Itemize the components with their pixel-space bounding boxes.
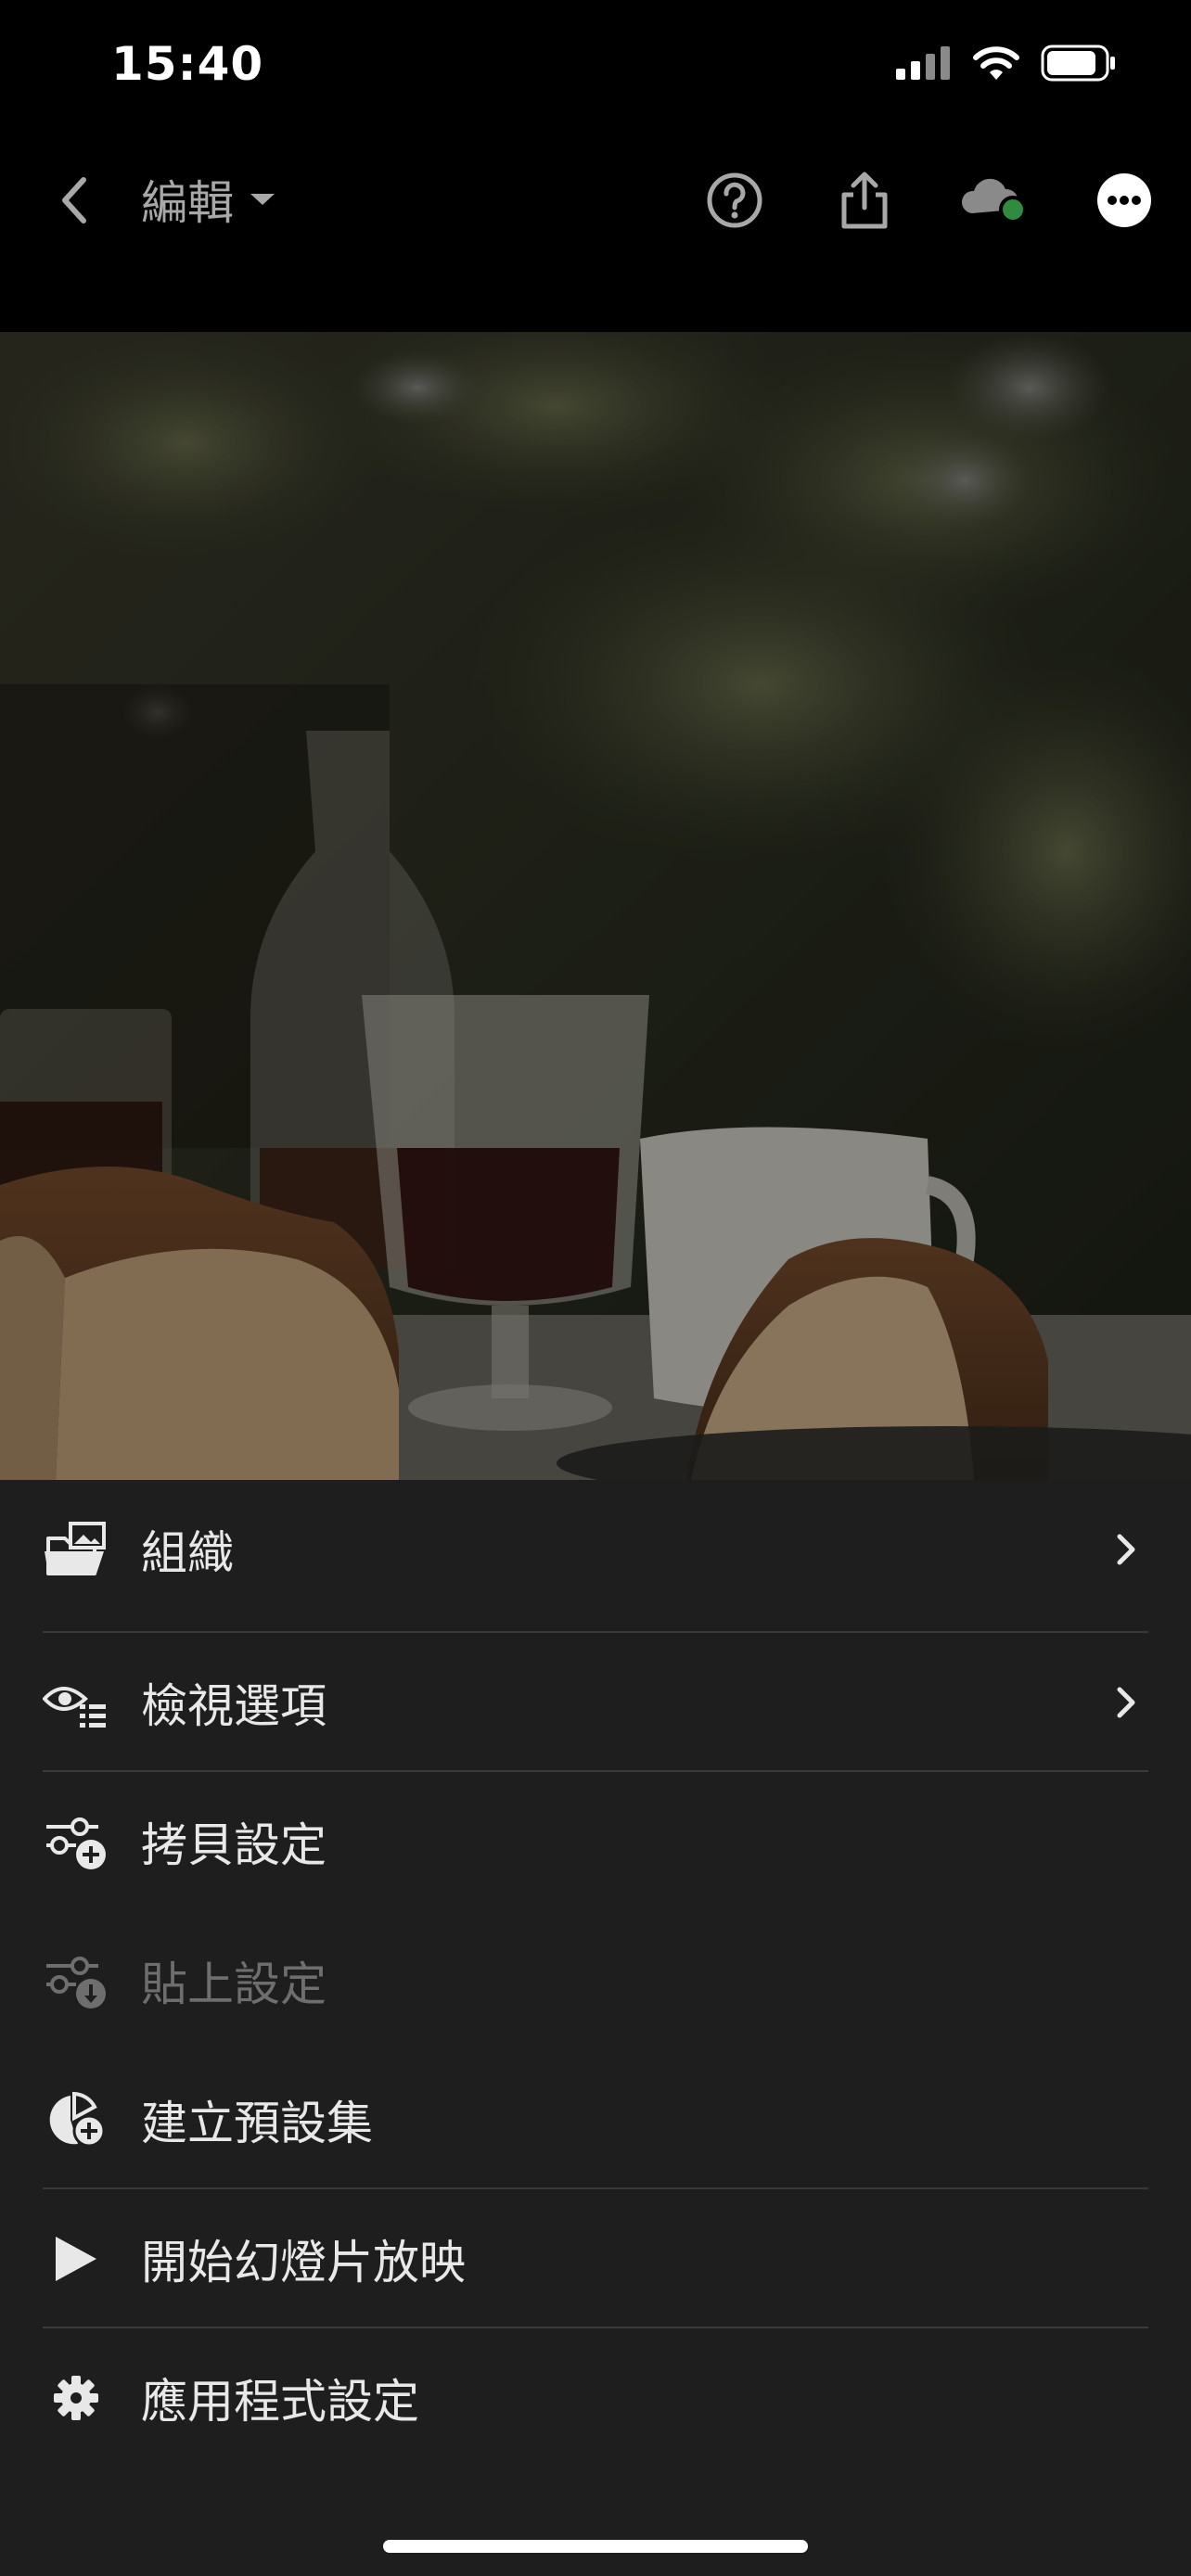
menu-item-paste-settings[interactable]: 貼上設定 xyxy=(0,1911,1191,2050)
cloud-sync-icon xyxy=(961,178,1027,223)
mode-selector[interactable]: 編輯 xyxy=(141,167,276,232)
cellular-signal-icon xyxy=(896,46,950,80)
photo-dim-overlay xyxy=(0,332,1191,1480)
menu-item-label: 拷貝設定 xyxy=(141,1818,327,1872)
play-icon xyxy=(43,2225,109,2292)
cloud-sync-button[interactable] xyxy=(955,161,1033,239)
more-menu-sheet: 組織 檢視選項 拷貝設定 貼上設定 建立預設集 開始幻燈片放映 應用程式設定 xyxy=(0,1480,1191,2576)
share-button[interactable] xyxy=(826,161,903,239)
photo-canvas[interactable] xyxy=(0,332,1191,1480)
folder-image-icon xyxy=(43,1516,109,1583)
help-button[interactable] xyxy=(696,161,774,239)
sliders-paste-icon xyxy=(43,1947,109,2014)
menu-item-label: 組織 xyxy=(141,1526,234,1580)
menu-item-view-options[interactable]: 檢視選項 xyxy=(0,1633,1191,1772)
help-icon xyxy=(707,172,762,228)
caret-down-icon xyxy=(250,194,275,205)
menu-item-label: 貼上設定 xyxy=(141,1958,327,2011)
menu-item-slideshow[interactable]: 開始幻燈片放映 xyxy=(0,2189,1191,2328)
sliders-plus-icon xyxy=(43,1808,109,1875)
status-time: 15:40 xyxy=(111,37,264,91)
gear-icon xyxy=(43,2365,109,2431)
menu-item-label: 應用程式設定 xyxy=(141,2375,419,2429)
back-button[interactable] xyxy=(37,163,111,237)
menu-item-create-preset[interactable]: 建立預設集 xyxy=(0,2050,1191,2189)
wifi-icon xyxy=(973,46,1019,80)
toolbar-actions xyxy=(696,161,1163,239)
share-icon xyxy=(841,172,888,229)
preset-plus-icon xyxy=(43,2086,109,2153)
more-button[interactable] xyxy=(1085,161,1163,239)
menu-item-label: 開始幻燈片放映 xyxy=(141,2236,466,2289)
battery-icon xyxy=(1041,45,1115,82)
menu-item-label: 建立預設集 xyxy=(141,2097,373,2150)
mode-title: 編輯 xyxy=(141,176,234,230)
chevron-right-icon xyxy=(1108,1526,1145,1573)
top-toolbar: 編輯 xyxy=(0,139,1191,334)
eye-list-icon xyxy=(43,1669,109,1736)
status-icons xyxy=(896,45,1117,82)
menu-item-app-settings[interactable]: 應用程式設定 xyxy=(0,2328,1191,2468)
more-icon xyxy=(1097,173,1151,227)
status-bar: 15:40 xyxy=(0,0,1191,139)
chevron-right-icon xyxy=(1108,1679,1145,1726)
chevron-left-icon xyxy=(62,177,86,223)
menu-item-label: 檢視選項 xyxy=(141,1679,327,1733)
home-indicator[interactable] xyxy=(383,2540,808,2553)
menu-item-organize[interactable]: 組織 xyxy=(0,1480,1191,1619)
menu-item-copy-settings[interactable]: 拷貝設定 xyxy=(0,1772,1191,1911)
